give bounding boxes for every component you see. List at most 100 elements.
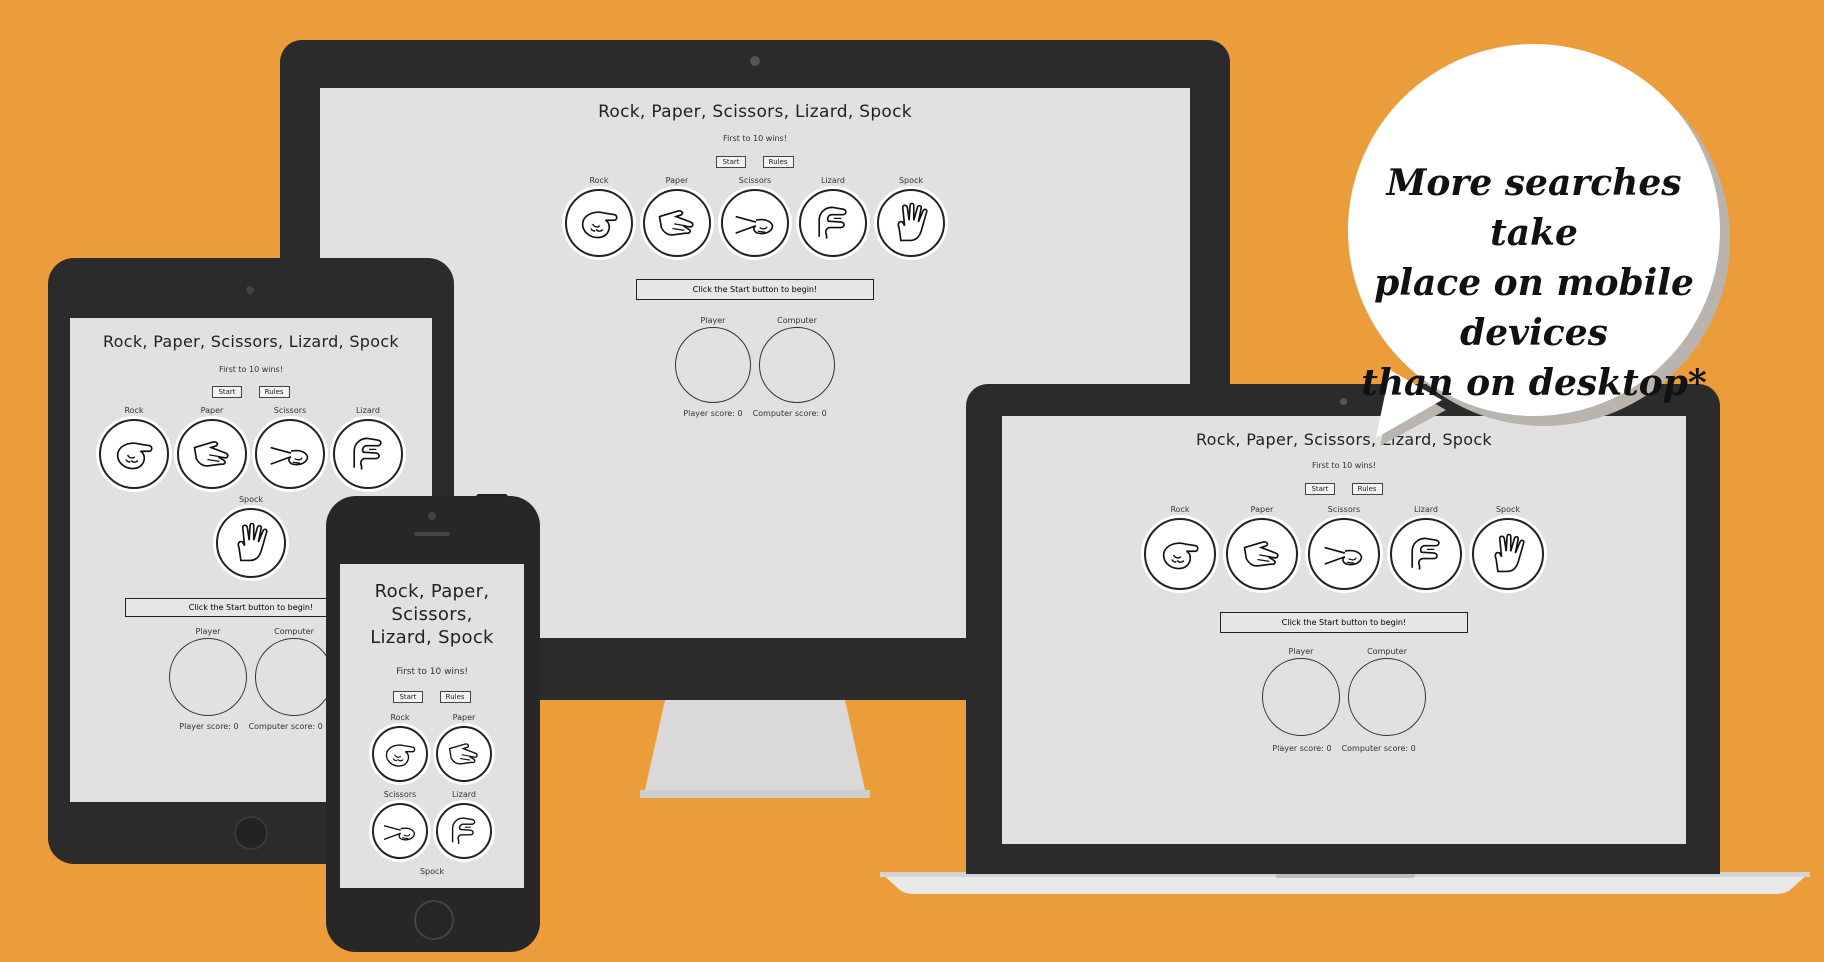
page-title: Rock, Paper, Scissors, Lizard, Spock bbox=[102, 332, 399, 351]
choice-scissors[interactable]: Scissors bbox=[1308, 505, 1380, 590]
speech-bubble: More searches take place on mobile devic… bbox=[1320, 30, 1740, 460]
choice-rock[interactable]: Rock bbox=[372, 713, 428, 782]
scissors-hand-icon[interactable] bbox=[1308, 518, 1380, 590]
choice-rock[interactable]: Rock bbox=[565, 176, 633, 257]
laptop-base bbox=[880, 872, 1810, 894]
choice-spock[interactable]: Spock bbox=[1472, 505, 1544, 590]
choice-lizard[interactable]: Lizard bbox=[1390, 505, 1462, 590]
choice-label: Rock bbox=[1170, 505, 1190, 514]
spock-hand-icon[interactable] bbox=[216, 508, 286, 578]
camera-dot bbox=[246, 286, 254, 294]
computer-choice-circle bbox=[759, 327, 835, 403]
rules-button[interactable]: Rules bbox=[258, 386, 290, 398]
laptop-base-shape bbox=[880, 872, 1810, 894]
choice-label: Scissors bbox=[383, 790, 417, 799]
choice-label: Rock bbox=[390, 713, 410, 722]
monitor-stand bbox=[590, 700, 920, 800]
paper-hand-icon[interactable] bbox=[177, 419, 247, 489]
choice-paper[interactable]: Paper bbox=[177, 406, 247, 489]
computer-score: Computer score: 0 bbox=[248, 722, 323, 731]
choice-lizard[interactable]: Lizard bbox=[799, 176, 867, 257]
paper-hand-icon[interactable] bbox=[1226, 518, 1298, 590]
player-score: Player score: 0 bbox=[1272, 744, 1332, 753]
choice-paper[interactable]: Paper bbox=[1226, 505, 1298, 590]
monitor-stand-shape bbox=[590, 700, 920, 798]
player-label: Player bbox=[1288, 647, 1314, 656]
status-message: Click the Start button to begin! bbox=[1220, 612, 1468, 633]
scissors-hand-icon[interactable] bbox=[255, 419, 325, 489]
rules-button[interactable]: Rules bbox=[1351, 483, 1383, 495]
start-button[interactable]: Start bbox=[716, 156, 746, 168]
rock-hand-icon[interactable] bbox=[565, 189, 633, 257]
rock-hand-icon[interactable] bbox=[372, 726, 428, 782]
home-button[interactable] bbox=[414, 900, 454, 940]
computer-label: Computer bbox=[777, 316, 817, 325]
start-button[interactable]: Start bbox=[393, 691, 423, 703]
page-title-line: Rock, Paper, bbox=[374, 581, 490, 602]
choice-label: Paper bbox=[665, 176, 689, 185]
phone-app: Rock, Paper, Scissors, Lizard, Spock Fir… bbox=[340, 564, 524, 880]
player-choice-circle bbox=[675, 327, 751, 403]
choice-rock[interactable]: Rock bbox=[1144, 505, 1216, 590]
choice-label: Lizard bbox=[355, 406, 380, 415]
choice-label: Rock bbox=[589, 176, 609, 185]
choice-label: Lizard bbox=[451, 790, 476, 799]
choice-lizard[interactable]: Lizard bbox=[436, 790, 492, 859]
bubble-line: than on desktop* bbox=[1361, 362, 1707, 404]
rock-hand-icon[interactable] bbox=[99, 419, 169, 489]
choice-label: Spock bbox=[238, 495, 264, 504]
choice-spock[interactable]: Spock bbox=[420, 867, 444, 880]
choice-label: Scissors bbox=[1327, 505, 1361, 514]
lizard-hand-icon[interactable] bbox=[333, 419, 403, 489]
spock-hand-icon[interactable] bbox=[877, 189, 945, 257]
player-choice-circle bbox=[169, 638, 247, 716]
lizard-hand-icon[interactable] bbox=[436, 803, 492, 859]
lizard-hand-icon[interactable] bbox=[799, 189, 867, 257]
choice-lizard[interactable]: Lizard bbox=[333, 406, 403, 489]
rock-hand-icon[interactable] bbox=[1144, 518, 1216, 590]
scissors-hand-icon[interactable] bbox=[721, 189, 789, 257]
choice-paper[interactable]: Paper bbox=[643, 176, 711, 257]
choice-label: Scissors bbox=[273, 406, 307, 415]
start-button[interactable]: Start bbox=[1305, 483, 1335, 495]
scissors-hand-icon[interactable] bbox=[372, 803, 428, 859]
player-score: Player score: 0 bbox=[179, 722, 239, 731]
phone-screen: Rock, Paper, Scissors, Lizard, Spock Fir… bbox=[340, 564, 524, 888]
choice-label: Paper bbox=[452, 713, 476, 722]
computer-score: Computer score: 0 bbox=[1341, 744, 1416, 753]
choice-paper[interactable]: Paper bbox=[436, 713, 492, 782]
rules-button[interactable]: Rules bbox=[439, 691, 471, 703]
choice-label: Lizard bbox=[820, 176, 845, 185]
choice-label: Spock bbox=[419, 867, 445, 876]
bubble-line: place on mobile devices bbox=[1374, 262, 1694, 354]
laptop-app: Rock, Paper, Scissors, Lizard, Spock Fir… bbox=[1002, 416, 1686, 753]
choice-label: Spock bbox=[898, 176, 924, 185]
player-panel: Player bbox=[675, 316, 751, 403]
phone: Rock, Paper, Scissors, Lizard, Spock Fir… bbox=[326, 496, 540, 952]
spock-hand-icon[interactable] bbox=[1472, 518, 1544, 590]
paper-hand-icon[interactable] bbox=[436, 726, 492, 782]
page-title: Rock, Paper, Scissors, Lizard, Spock bbox=[598, 102, 912, 122]
camera-dot bbox=[750, 56, 760, 66]
speaker-slot bbox=[414, 532, 450, 536]
rules-button[interactable]: Rules bbox=[762, 156, 794, 168]
choice-label: Rock bbox=[124, 406, 144, 415]
choice-rock[interactable]: Rock bbox=[99, 406, 169, 489]
player-panel: Player bbox=[1262, 647, 1340, 736]
lizard-hand-icon[interactable] bbox=[1390, 518, 1462, 590]
computer-label: Computer bbox=[274, 627, 314, 636]
choice-scissors[interactable]: Scissors bbox=[255, 406, 325, 489]
page-title-line: Lizard, Spock bbox=[370, 627, 494, 648]
choice-spock[interactable]: Spock bbox=[216, 495, 286, 578]
choice-label: Scissors bbox=[738, 176, 772, 185]
tagline: First to 10 wins! bbox=[219, 365, 283, 374]
start-button[interactable]: Start bbox=[212, 386, 242, 398]
choice-spock[interactable]: Spock bbox=[877, 176, 945, 257]
laptop-screen: Rock, Paper, Scissors, Lizard, Spock Fir… bbox=[1002, 416, 1686, 844]
computer-panel: Computer bbox=[759, 316, 835, 403]
choice-scissors[interactable]: Scissors bbox=[372, 790, 428, 859]
paper-hand-icon[interactable] bbox=[643, 189, 711, 257]
choice-label: Spock bbox=[1495, 505, 1521, 514]
home-button[interactable] bbox=[234, 816, 268, 850]
choice-scissors[interactable]: Scissors bbox=[721, 176, 789, 257]
